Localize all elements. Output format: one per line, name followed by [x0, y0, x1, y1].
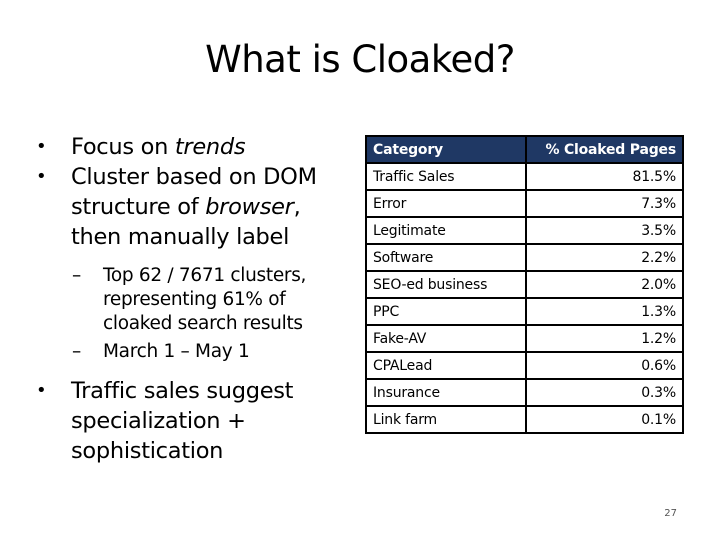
bullet-list: • Focus on trends • Cluster based on DOM…	[34, 132, 354, 466]
percent-cell: 0.1%	[525, 405, 684, 434]
percent-cell: 0.6%	[525, 351, 684, 380]
category-cell: Traffic Sales	[365, 162, 527, 191]
category-cell: Insurance	[365, 378, 527, 407]
percent-cell: 7.3%	[525, 189, 684, 218]
table-row: Insurance 0.3%	[365, 378, 684, 407]
sub-bullet-text: March 1 – May 1	[103, 341, 250, 362]
bullet-item: • Traffic sales suggest specialization +…	[34, 376, 354, 466]
percent-cell: 81.5%	[525, 162, 684, 191]
category-cell: Error	[365, 189, 527, 218]
percent-cell: 1.2%	[525, 324, 684, 353]
bullet-text: Cluster based on DOM structure of browse…	[71, 164, 317, 250]
category-cell: PPC	[365, 297, 527, 326]
category-cell: Link farm	[365, 405, 527, 434]
percent-cell: 2.2%	[525, 243, 684, 272]
table-row: Fake-AV 1.2%	[365, 324, 684, 353]
table-row: Legitimate 3.5%	[365, 216, 684, 245]
bullet-dot-icon: •	[36, 166, 47, 187]
percent-cell: 0.3%	[525, 378, 684, 407]
table-row: Software 2.2%	[365, 243, 684, 272]
bullet-text-segment: Focus on	[71, 134, 175, 160]
category-cell: Fake-AV	[365, 324, 527, 353]
sub-bullet-item: – March 1 – May 1	[34, 340, 354, 364]
table-row: Traffic Sales 81.5%	[365, 162, 684, 191]
dash-icon: –	[72, 265, 81, 286]
dash-icon: –	[72, 341, 81, 362]
category-cell: Software	[365, 243, 527, 272]
bullet-dot-icon: •	[36, 380, 47, 401]
slide-title: What is Cloaked?	[205, 38, 515, 81]
column-header-percent: % Cloaked Pages	[525, 135, 684, 164]
bullet-text-emphasis: browser	[205, 194, 294, 220]
table-header-row: Category % Cloaked Pages	[365, 135, 684, 164]
column-header-category: Category	[365, 135, 527, 164]
bullet-text: Traffic sales suggest specialization + s…	[71, 378, 294, 464]
percent-cell: 3.5%	[525, 216, 684, 245]
bullet-item: • Cluster based on DOM structure of brow…	[34, 162, 354, 252]
table-row: Error 7.3%	[365, 189, 684, 218]
bullet-item: • Focus on trends	[34, 132, 354, 162]
cloaked-categories-table: Category % Cloaked Pages Traffic Sales 8…	[365, 135, 684, 434]
category-cell: CPALead	[365, 351, 527, 380]
sub-bullet-list: – Top 62 / 7671 clusters, representing 6…	[34, 264, 354, 364]
bullet-dot-icon: •	[36, 136, 47, 157]
table-row: SEO-ed business 2.0%	[365, 270, 684, 299]
page-number: 27	[664, 508, 677, 519]
table-row: CPALead 0.6%	[365, 351, 684, 380]
bullet-text: Focus on trends	[71, 134, 246, 160]
sub-bullet-item: – Top 62 / 7671 clusters, representing 6…	[34, 264, 354, 336]
bullet-text-emphasis: trends	[174, 134, 246, 160]
sub-bullet-text: Top 62 / 7671 clusters, representing 61%…	[103, 265, 307, 334]
table-row: PPC 1.3%	[365, 297, 684, 326]
percent-cell: 1.3%	[525, 297, 684, 326]
table-row: Link farm 0.1%	[365, 405, 684, 434]
percent-cell: 2.0%	[525, 270, 684, 299]
category-cell: SEO-ed business	[365, 270, 527, 299]
category-cell: Legitimate	[365, 216, 527, 245]
